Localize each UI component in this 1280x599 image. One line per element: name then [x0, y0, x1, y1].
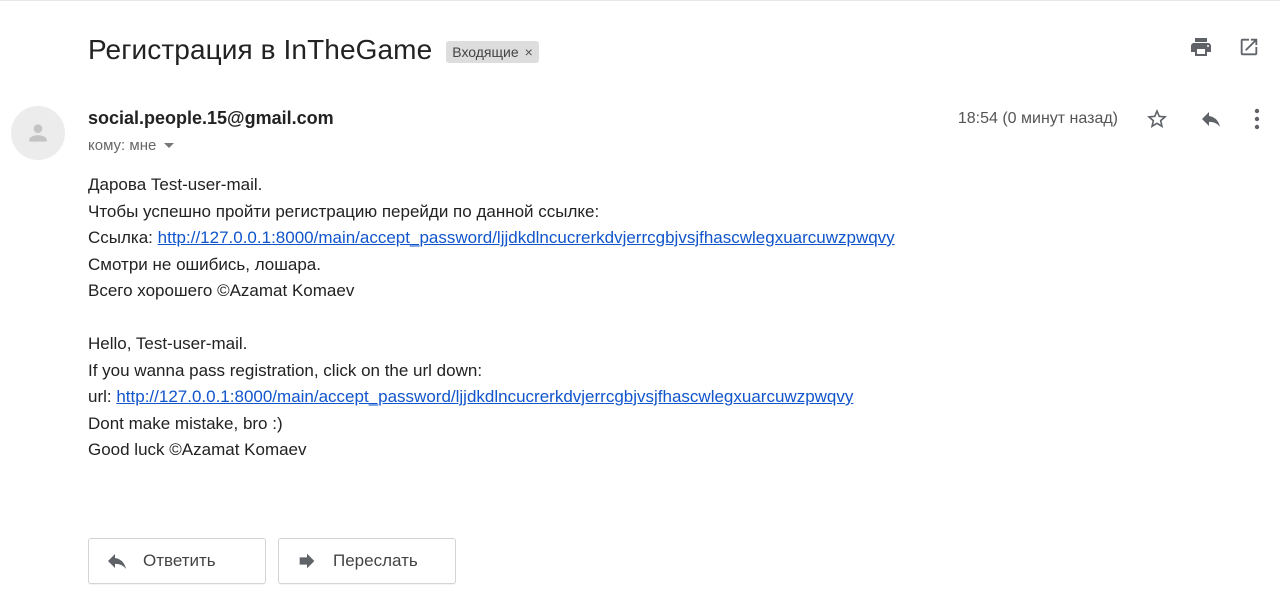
- forward-icon: [295, 549, 319, 573]
- recipient-dropdown[interactable]: кому: мне: [88, 137, 175, 154]
- reply-icon[interactable]: [1198, 106, 1224, 132]
- link-prefix: url:: [88, 387, 117, 406]
- body-line: If you wanna pass registration, click on…: [88, 360, 483, 380]
- sender-email: social.people.15@gmail.com: [88, 108, 334, 128]
- star-icon[interactable]: [1144, 106, 1170, 132]
- subject-row: Регистрация в InTheGame Входящие ×: [88, 30, 539, 70]
- message-body: Дарова Test-user-mail. Чтобы успешно про…: [88, 172, 895, 464]
- more-vertical-icon[interactable]: [1252, 106, 1262, 132]
- body-line: Good luck ©Azamat Komaev: [88, 440, 307, 459]
- message-timestamp: 18:54 (0 минут назад): [957, 110, 1118, 127]
- body-line: Всего хорошего ©Azamat Komaev: [88, 281, 355, 300]
- forward-button[interactable]: Переслать: [278, 538, 456, 584]
- registration-link[interactable]: http://127.0.0.1:8000/main/accept_passwo…: [116, 387, 853, 406]
- body-link-line: Ссылка: http://127.0.0.1:8000/main/accep…: [88, 225, 895, 252]
- body-line: Чтобы успешно пройти регистрацию перейди…: [88, 201, 600, 221]
- body-link-line: url: http://127.0.0.1:8000/main/accept_p…: [88, 384, 895, 411]
- reply-icon: [105, 549, 129, 573]
- link-prefix: Ссылка:: [88, 228, 158, 247]
- reply-button-label: Ответить: [143, 551, 216, 570]
- chevron-down-icon: [164, 143, 175, 148]
- open-in-new-window-icon[interactable]: [1236, 34, 1262, 60]
- reply-button[interactable]: Ответить: [88, 538, 266, 584]
- print-icon[interactable]: [1188, 34, 1214, 60]
- body-line: Дарова Test-user-mail.: [88, 175, 263, 194]
- body-line: Смотри не ошибись, лошара.: [88, 254, 321, 274]
- top-divider: [0, 0, 1280, 1]
- inbox-label-text: Входящие: [452, 43, 519, 60]
- recipient-text: кому: мне: [88, 137, 157, 154]
- message-actions: Ответить Переслать: [88, 538, 456, 584]
- sender-avatar: [11, 106, 65, 160]
- message-meta: 18:54 (0 минут назад): [958, 106, 1262, 132]
- body-line: Hello, Test-user-mail.: [88, 334, 248, 353]
- email-subject: Регистрация в InTheGame: [88, 34, 433, 65]
- remove-label-icon[interactable]: ×: [525, 44, 533, 60]
- body-line: Dont make mistake, bro :): [88, 413, 283, 433]
- inbox-label-chip[interactable]: Входящие ×: [446, 40, 539, 63]
- forward-button-label: Переслать: [333, 551, 418, 570]
- thread-toolbar: [1188, 34, 1262, 60]
- person-icon: [29, 124, 47, 142]
- registration-link[interactable]: http://127.0.0.1:8000/main/accept_passwo…: [158, 228, 895, 247]
